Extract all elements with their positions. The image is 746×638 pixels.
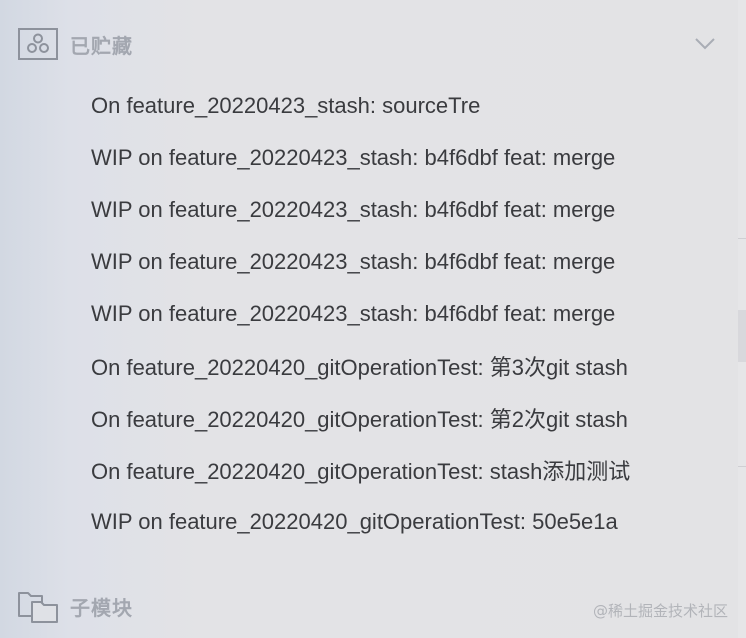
- stash-item[interactable]: WIP on feature_20220423_stash: b4f6dbf f…: [78, 184, 708, 236]
- stash-item[interactable]: WIP on feature_20220420_gitOperationTest…: [78, 496, 708, 548]
- submodules-section-title: 子模块: [70, 595, 133, 620]
- stash-icon: [18, 28, 58, 60]
- stash-item[interactable]: On feature_20220420_gitOperationTest: 第3…: [78, 340, 708, 392]
- stash-label: WIP on feature_20220423_stash: b4f6dbf f…: [91, 197, 616, 222]
- pane-divider: [738, 466, 746, 467]
- stash-label: WIP on feature_20220423_stash: b4f6dbf f…: [91, 249, 616, 274]
- stash-item[interactable]: WIP on feature_20220423_stash: b4f6dbf f…: [78, 288, 708, 340]
- stash-item[interactable]: WIP on feature_20220423_stash: b4f6dbf f…: [78, 132, 708, 184]
- stashes-section-header[interactable]: 已贮藏: [18, 27, 718, 61]
- submodules-section-header[interactable]: 子模块: [18, 589, 318, 623]
- stash-item[interactable]: WIP on feature_20220423_stash: b4f6dbf f…: [78, 236, 708, 288]
- stash-label: WIP on feature_20220420_gitOperationTest…: [91, 509, 618, 534]
- stash-label: On feature_20220423_stash: sourceTre: [91, 93, 481, 118]
- submodule-folder-icon: [18, 590, 58, 623]
- stash-item[interactable]: On feature_20220420_gitOperationTest: 第2…: [78, 392, 708, 444]
- stash-label: WIP on feature_20220423_stash: b4f6dbf f…: [91, 145, 616, 170]
- stash-list: On feature_20220423_stash: sourceTre WIP…: [78, 80, 708, 548]
- stash-item[interactable]: On feature_20220420_gitOperationTest: st…: [78, 444, 708, 496]
- stash-label: On feature_20220420_gitOperationTest: 第2…: [91, 407, 628, 432]
- stash-label: On feature_20220420_gitOperationTest: st…: [91, 459, 631, 484]
- stash-label: On feature_20220420_gitOperationTest: 第3…: [91, 355, 628, 380]
- chevron-down-icon[interactable]: [692, 31, 718, 57]
- stash-item[interactable]: On feature_20220423_stash: sourceTre: [78, 80, 708, 132]
- pane-divider: [738, 238, 746, 239]
- stash-label: WIP on feature_20220423_stash: b4f6dbf f…: [91, 301, 616, 326]
- watermark: @稀土掘金技术社区: [592, 602, 728, 620]
- stashes-section-title: 已贮藏: [70, 33, 133, 58]
- right-pane-edge: [738, 0, 746, 638]
- pane-highlight: [738, 310, 746, 362]
